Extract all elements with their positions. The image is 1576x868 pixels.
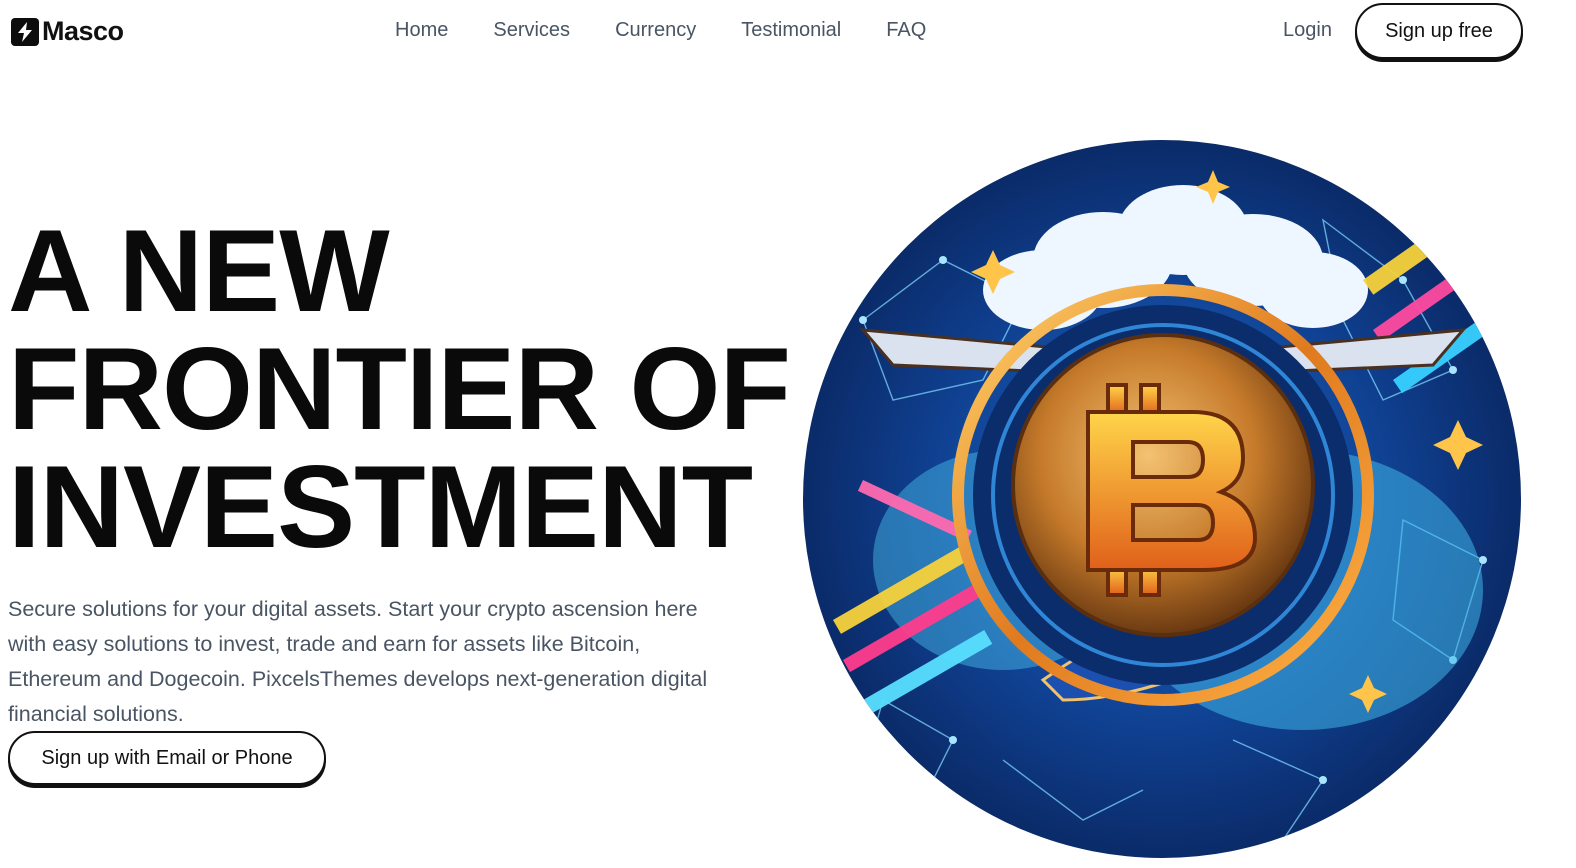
hero-title-line: FRONTIER OF: [8, 323, 791, 454]
nav-item-testimonial[interactable]: Testimonial: [741, 19, 841, 42]
bitcoin-illustration: [803, 140, 1521, 858]
lightning-bolt-icon: [11, 17, 39, 46]
signup-email-phone-button[interactable]: Sign up with Email or Phone: [8, 731, 326, 785]
hero-title: A NEW FRONTIER OF INVESTMENT: [8, 212, 818, 566]
nav-item-services[interactable]: Services: [493, 19, 570, 42]
nav-item-faq[interactable]: FAQ: [886, 19, 926, 42]
hero-description: Secure solutions for your digital assets…: [8, 597, 708, 726]
main-nav: Home Services Currency Testimonial FAQ: [395, 19, 926, 42]
login-link[interactable]: Login: [1283, 19, 1332, 42]
hero-title-line: INVESTMENT: [8, 441, 753, 572]
hero-title-line: A NEW: [8, 205, 390, 336]
brand-logo[interactable]: Masco: [11, 16, 124, 47]
brand-name: Masco: [42, 16, 124, 46]
nav-item-home[interactable]: Home: [395, 19, 448, 42]
hero-bitcoin-image: [803, 140, 1521, 858]
nav-item-currency[interactable]: Currency: [615, 19, 696, 42]
signup-free-button[interactable]: Sign up free: [1355, 3, 1523, 59]
site-header: Masco Home Services Currency Testimonial…: [0, 0, 1576, 62]
